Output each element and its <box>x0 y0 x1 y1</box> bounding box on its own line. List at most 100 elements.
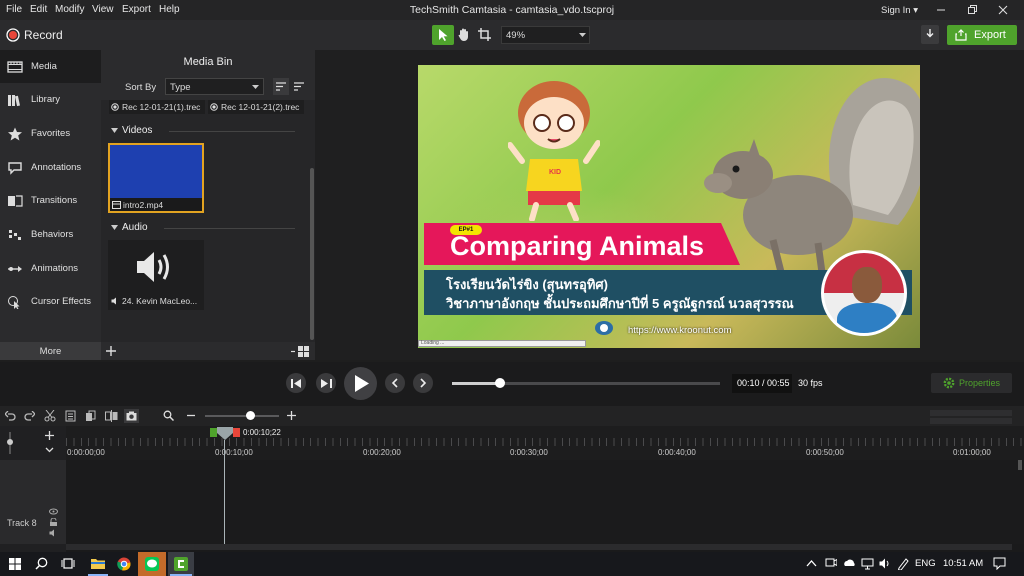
tool-library[interactable]: Library <box>0 83 101 116</box>
timeline-zoom-handle[interactable] <box>246 411 256 420</box>
chevron-down-icon[interactable] <box>45 447 54 453</box>
media-bin-panel: Media Bin Sort By Type Rec 12-01-21(1).t… <box>101 50 315 360</box>
eye-icon[interactable] <box>49 508 58 515</box>
undo-icon[interactable] <box>5 411 16 421</box>
playback-controls: 00:10 / 00:55 30 fps Properties <box>0 362 1024 406</box>
step-back-icon <box>291 379 301 388</box>
tick-label: 0:00:20;00 <box>363 448 401 457</box>
playhead-handle[interactable] <box>210 426 240 440</box>
media-item-label: Rec 12-01-21(2).trec <box>221 102 300 112</box>
tool-annotations[interactable]: Annotations <box>0 151 101 184</box>
split-icon[interactable] <box>105 410 118 422</box>
chevron-left-icon <box>391 378 398 388</box>
tick-label: 0:00:10;00 <box>215 448 253 457</box>
previous-marker-button[interactable] <box>385 373 405 393</box>
export-button[interactable]: Export <box>947 25 1017 45</box>
taskbar-camtasia[interactable] <box>168 552 194 576</box>
zoom-in-icon[interactable] <box>287 411 296 420</box>
more-button[interactable]: More <box>0 342 101 360</box>
play-button[interactable] <box>344 367 377 400</box>
timeline-vscrollbar[interactable] <box>1018 460 1022 470</box>
tool-label: Library <box>31 94 61 105</box>
hand-pan-icon[interactable] <box>457 27 471 42</box>
line-chat-icon <box>145 557 159 571</box>
scrub-handle[interactable] <box>495 378 506 388</box>
tool-media[interactable]: Media <box>0 50 101 83</box>
taskbar-file-explorer[interactable] <box>86 552 110 576</box>
download-button[interactable] <box>921 25 939 44</box>
taskbar-chrome[interactable] <box>112 552 136 576</box>
minimize-icon[interactable] <box>935 4 947 16</box>
grid-view-icon[interactable] <box>291 346 311 357</box>
task-view-icon[interactable] <box>61 557 75 570</box>
timeline-zoom-slider[interactable] <box>205 411 279 420</box>
media-item-recording-2[interactable]: Rec 12-01-21(2).trec <box>208 100 304 114</box>
tool-behaviors[interactable]: Behaviors <box>0 218 101 251</box>
chevron-up-icon[interactable] <box>806 559 817 567</box>
list-view-button[interactable] <box>273 78 289 95</box>
sort-dropdown[interactable]: Type <box>165 78 264 95</box>
scissors-icon[interactable] <box>44 410 56 422</box>
tool-animations[interactable]: Animations <box>0 252 101 285</box>
video-preview[interactable]: KID EP#1 Comparing Animals โรงเรียนวัดไร… <box>418 65 920 348</box>
out-point-marker[interactable] <box>233 428 240 437</box>
media-item-audio[interactable]: 24. Kevin MacLeo... <box>108 240 204 310</box>
tool-cursor-effects[interactable]: Cursor Effects <box>0 285 101 318</box>
section-label: Audio <box>122 222 148 233</box>
media-bin-footer <box>101 342 315 360</box>
notifications-icon[interactable] <box>993 557 1006 570</box>
track-lane[interactable] <box>66 460 1024 544</box>
select-tool-button[interactable] <box>432 25 454 45</box>
film-strip-icon <box>7 61 23 73</box>
tool-transitions[interactable]: Transitions <box>0 184 101 217</box>
tool-favorites[interactable]: Favorites <box>0 117 101 150</box>
track-header[interactable]: Track 8 <box>0 460 66 544</box>
in-point-marker[interactable] <box>210 428 217 437</box>
scrub-track[interactable] <box>452 378 720 388</box>
media-bin-scrollbar[interactable] <box>310 168 314 340</box>
system-clock[interactable]: 10:51 AM <box>943 558 983 569</box>
close-icon[interactable] <box>997 4 1009 16</box>
properties-button[interactable]: Properties <box>931 373 1012 393</box>
crop-icon[interactable] <box>477 27 492 42</box>
timeline-hscrollbar[interactable] <box>66 544 1012 550</box>
next-marker-button[interactable] <box>413 373 433 393</box>
track-header-column: Track 8 <box>0 426 66 552</box>
step-forward-button[interactable] <box>316 373 336 393</box>
pen-icon[interactable] <box>897 557 909 570</box>
plus-icon[interactable] <box>105 345 117 357</box>
network-icon[interactable] <box>861 557 874 570</box>
timeline-overview-bar[interactable] <box>930 410 1012 416</box>
restore-icon[interactable] <box>966 4 978 16</box>
step-back-button[interactable] <box>286 373 306 393</box>
media-item-label: 24. Kevin MacLeo... <box>122 296 198 306</box>
media-item-recording-1[interactable]: Rec 12-01-21(1).trec <box>109 100 205 114</box>
copy-icon[interactable] <box>85 410 96 422</box>
lock-icon[interactable] <box>49 518 58 526</box>
record-button[interactable]: Record <box>5 26 67 44</box>
timeline-overview-bar-2[interactable] <box>930 418 1012 424</box>
meet-now-icon[interactable] <box>825 557 837 570</box>
search-icon[interactable] <box>35 557 48 570</box>
input-language[interactable]: ENG <box>915 558 936 569</box>
add-track-icon[interactable] <box>45 431 54 440</box>
speech-bubble-icon <box>8 162 22 175</box>
videos-section-header[interactable]: Videos <box>109 125 299 137</box>
track-height-slider-icon[interactable] <box>6 432 14 454</box>
library-books-icon <box>8 95 20 107</box>
taskbar-line[interactable] <box>138 552 166 576</box>
media-item-video[interactable]: intro2.mp4 <box>108 143 204 213</box>
speaker-icon[interactable] <box>49 529 58 537</box>
record-label: Record <box>24 28 63 42</box>
redo-icon[interactable] <box>24 411 35 421</box>
zoom-out-icon[interactable] <box>187 414 195 417</box>
sort-order-icon[interactable] <box>294 82 304 91</box>
sign-in-link[interactable]: Sign In ▾ <box>881 5 918 16</box>
onedrive-icon[interactable] <box>843 557 855 570</box>
snapshot-button[interactable] <box>124 409 139 423</box>
audio-section-header[interactable]: Audio <box>109 222 299 234</box>
volume-icon[interactable] <box>879 558 891 569</box>
zoom-dropdown[interactable]: 49% <box>501 26 590 44</box>
windows-start-icon[interactable] <box>9 558 21 570</box>
cut-icon[interactable] <box>65 410 76 422</box>
